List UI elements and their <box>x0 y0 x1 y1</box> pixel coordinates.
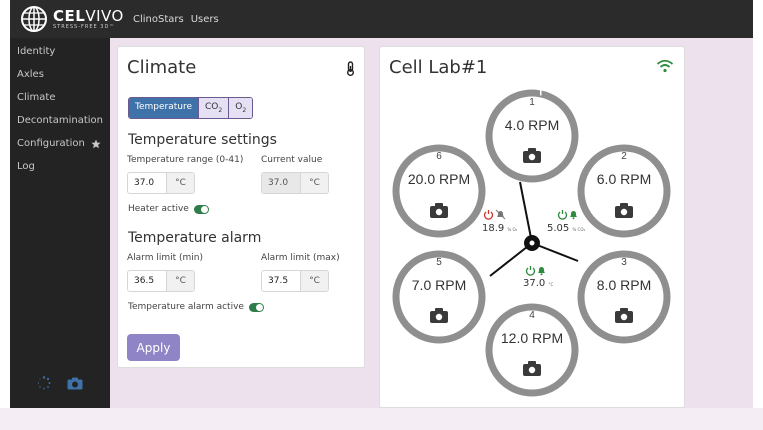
rotor-2-label: 2 6.0 RPM <box>596 151 652 187</box>
climate-card: Climate Temperature CO2 O2 Temperature s… <box>117 46 365 368</box>
alarm-active-row: Temperature alarm active <box>128 302 264 312</box>
temperature-range-label: Temperature range (0-41) <box>127 155 244 165</box>
hub-arm <box>519 181 533 244</box>
nav-clinostars[interactable]: ClinoStars <box>133 14 184 25</box>
sidebar: Identity Axles Climate Decontamination C… <box>10 38 110 408</box>
brand-name: CELVIVO <box>53 6 124 25</box>
climate-tabs: Temperature CO2 O2 <box>128 97 254 119</box>
rotor-5-label: 5 7.0 RPM <box>411 257 467 293</box>
globe-icon <box>21 6 47 32</box>
heater-active-row: Heater active <box>128 204 209 214</box>
logo[interactable]: CELVIVO STRESS-FREE 3D™ <box>20 4 124 34</box>
sidebar-item-decontamination[interactable]: Decontamination <box>17 115 103 126</box>
temperature-settings-title: Temperature settings <box>128 132 277 148</box>
o2-readout: 18.9 % O₂ <box>482 223 518 234</box>
sidebar-item-identity[interactable]: Identity <box>17 46 55 57</box>
sidebar-item-configuration[interactable]: Configuration <box>17 138 101 149</box>
current-value-label: Current value <box>261 155 323 165</box>
star-icon <box>91 139 101 148</box>
current-value-field: 37.0 °C <box>261 172 329 194</box>
rotor-4-label: 4 12.0 RPM <box>500 310 564 346</box>
alarm-max-label: Alarm limit (max) <box>261 253 340 263</box>
alarm-max-input[interactable]: 37.5 °C <box>261 270 329 292</box>
tab-temperature[interactable]: Temperature <box>129 98 199 118</box>
power-on-icon <box>557 210 568 220</box>
power-on-icon <box>525 266 536 276</box>
climate-title: Climate <box>127 57 197 78</box>
thermometer-icon <box>347 61 354 76</box>
hub-arm <box>489 242 533 277</box>
bell-muted-icon <box>495 209 506 220</box>
alarm-toggle[interactable] <box>248 302 264 312</box>
tab-co2[interactable]: CO2 <box>198 98 229 118</box>
rotor-1-label: 1 4.0 RPM <box>504 97 560 133</box>
alarm-min-input[interactable]: 36.5 °C <box>127 270 195 292</box>
bottom-strip <box>0 408 763 430</box>
co2-readout: 5.05 % CO₂ <box>547 223 586 234</box>
top-nav: ClinoStars Users <box>133 14 219 25</box>
brand-tagline: STRESS-FREE 3D™ <box>53 23 116 30</box>
nav-users[interactable]: Users <box>191 14 219 25</box>
bell-icon <box>538 267 545 276</box>
temperature-alarm-title: Temperature alarm <box>128 230 262 246</box>
bell-icon <box>570 211 577 220</box>
heater-toggle[interactable] <box>193 204 209 214</box>
sidebar-item-axles[interactable]: Axles <box>17 69 44 80</box>
cell-lab-card: Cell Lab#1 1 4.0 RPM 2 6.0 RPM 3 8.0 RPM… <box>379 46 685 408</box>
tab-o2[interactable]: O2 <box>228 98 253 118</box>
alarm-min-label: Alarm limit (min) <box>127 253 203 263</box>
rotor-6-label: 6 20.0 RPM <box>407 151 471 187</box>
sidebar-item-log[interactable]: Log <box>17 161 35 172</box>
rotor-3-label: 3 8.0 RPM <box>596 257 652 293</box>
camera-icon[interactable] <box>67 377 83 390</box>
temperature-range-input[interactable]: 37.0 °C <box>127 172 195 194</box>
top-bar: CELVIVO STRESS-FREE 3D™ ClinoStars Users <box>10 0 753 38</box>
apply-button[interactable]: Apply <box>127 334 180 361</box>
sidebar-item-climate[interactable]: Climate <box>17 92 55 103</box>
power-off-icon <box>483 210 494 220</box>
spinner-icon <box>37 376 51 390</box>
temperature-readout: 37.0 °C <box>523 278 554 289</box>
